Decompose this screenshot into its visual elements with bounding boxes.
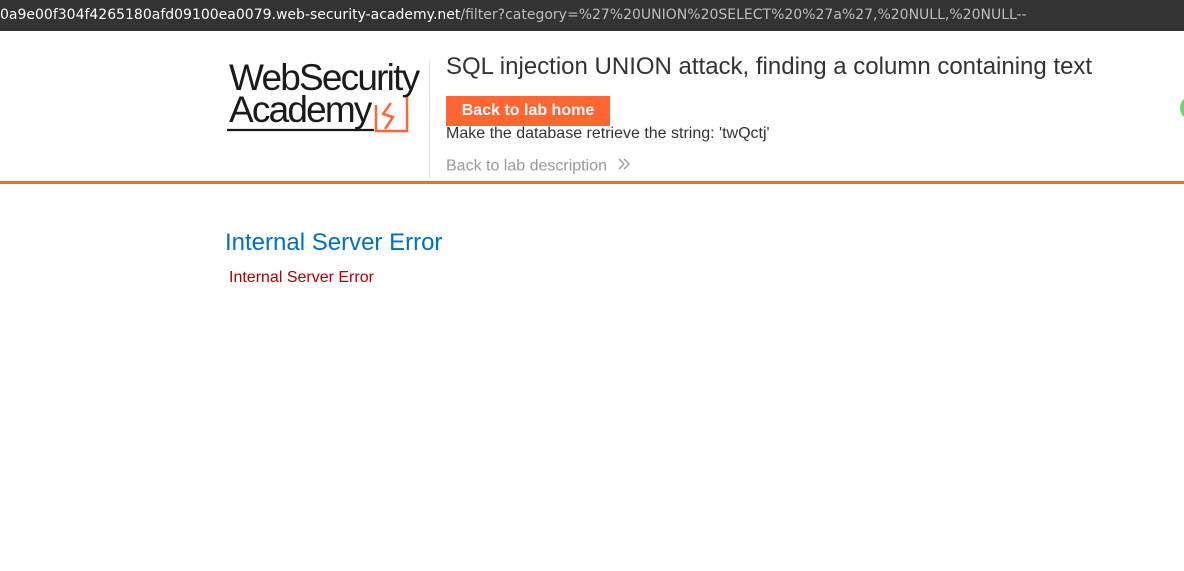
status-dot-icon [1180, 96, 1184, 120]
error-heading: Internal Server Error [225, 229, 443, 256]
back-to-lab-home-button[interactable]: Back to lab home [446, 96, 610, 126]
lab-objective: Make the database retrieve the string: '… [446, 125, 770, 142]
url-path: /filter?category=%27%20UNION%20SELECT%20… [460, 7, 1027, 23]
back-to-lab-description-link[interactable]: Back to lab description [446, 157, 631, 176]
logo-underline-bolt-icon [227, 97, 409, 133]
lab-title: SQL injection UNION attack, finding a co… [446, 53, 1093, 80]
lab-header: WebSecurity Academy SQL injection UNION … [0, 31, 1184, 182]
header-orange-rule [0, 181, 1184, 184]
web-security-academy-logo[interactable]: WebSecurity Academy [226, 57, 426, 137]
double-chevron-right-icon [617, 157, 631, 176]
error-message: Internal Server Error [229, 269, 374, 286]
header-divider [429, 61, 430, 178]
back-to-lab-description-label: Back to lab description [446, 157, 607, 175]
url-host: 0a9e00f304f4265180afd09100ea0079.web-sec… [0, 7, 461, 23]
address-bar[interactable]: 0a9e00f304f4265180afd09100ea0079.web-sec… [0, 0, 1184, 31]
